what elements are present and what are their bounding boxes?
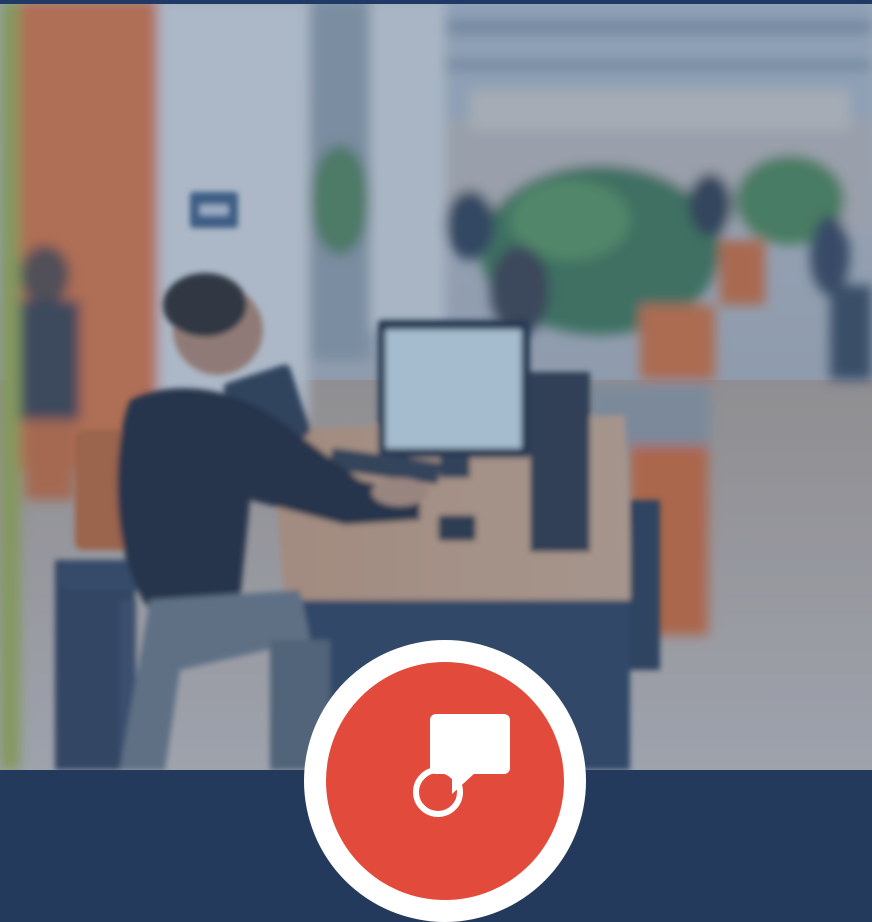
chat-badge-fill [326,662,564,900]
chat-bubbles-icon [413,714,510,817]
chat-badge [304,640,586,922]
header-bar [0,0,872,4]
